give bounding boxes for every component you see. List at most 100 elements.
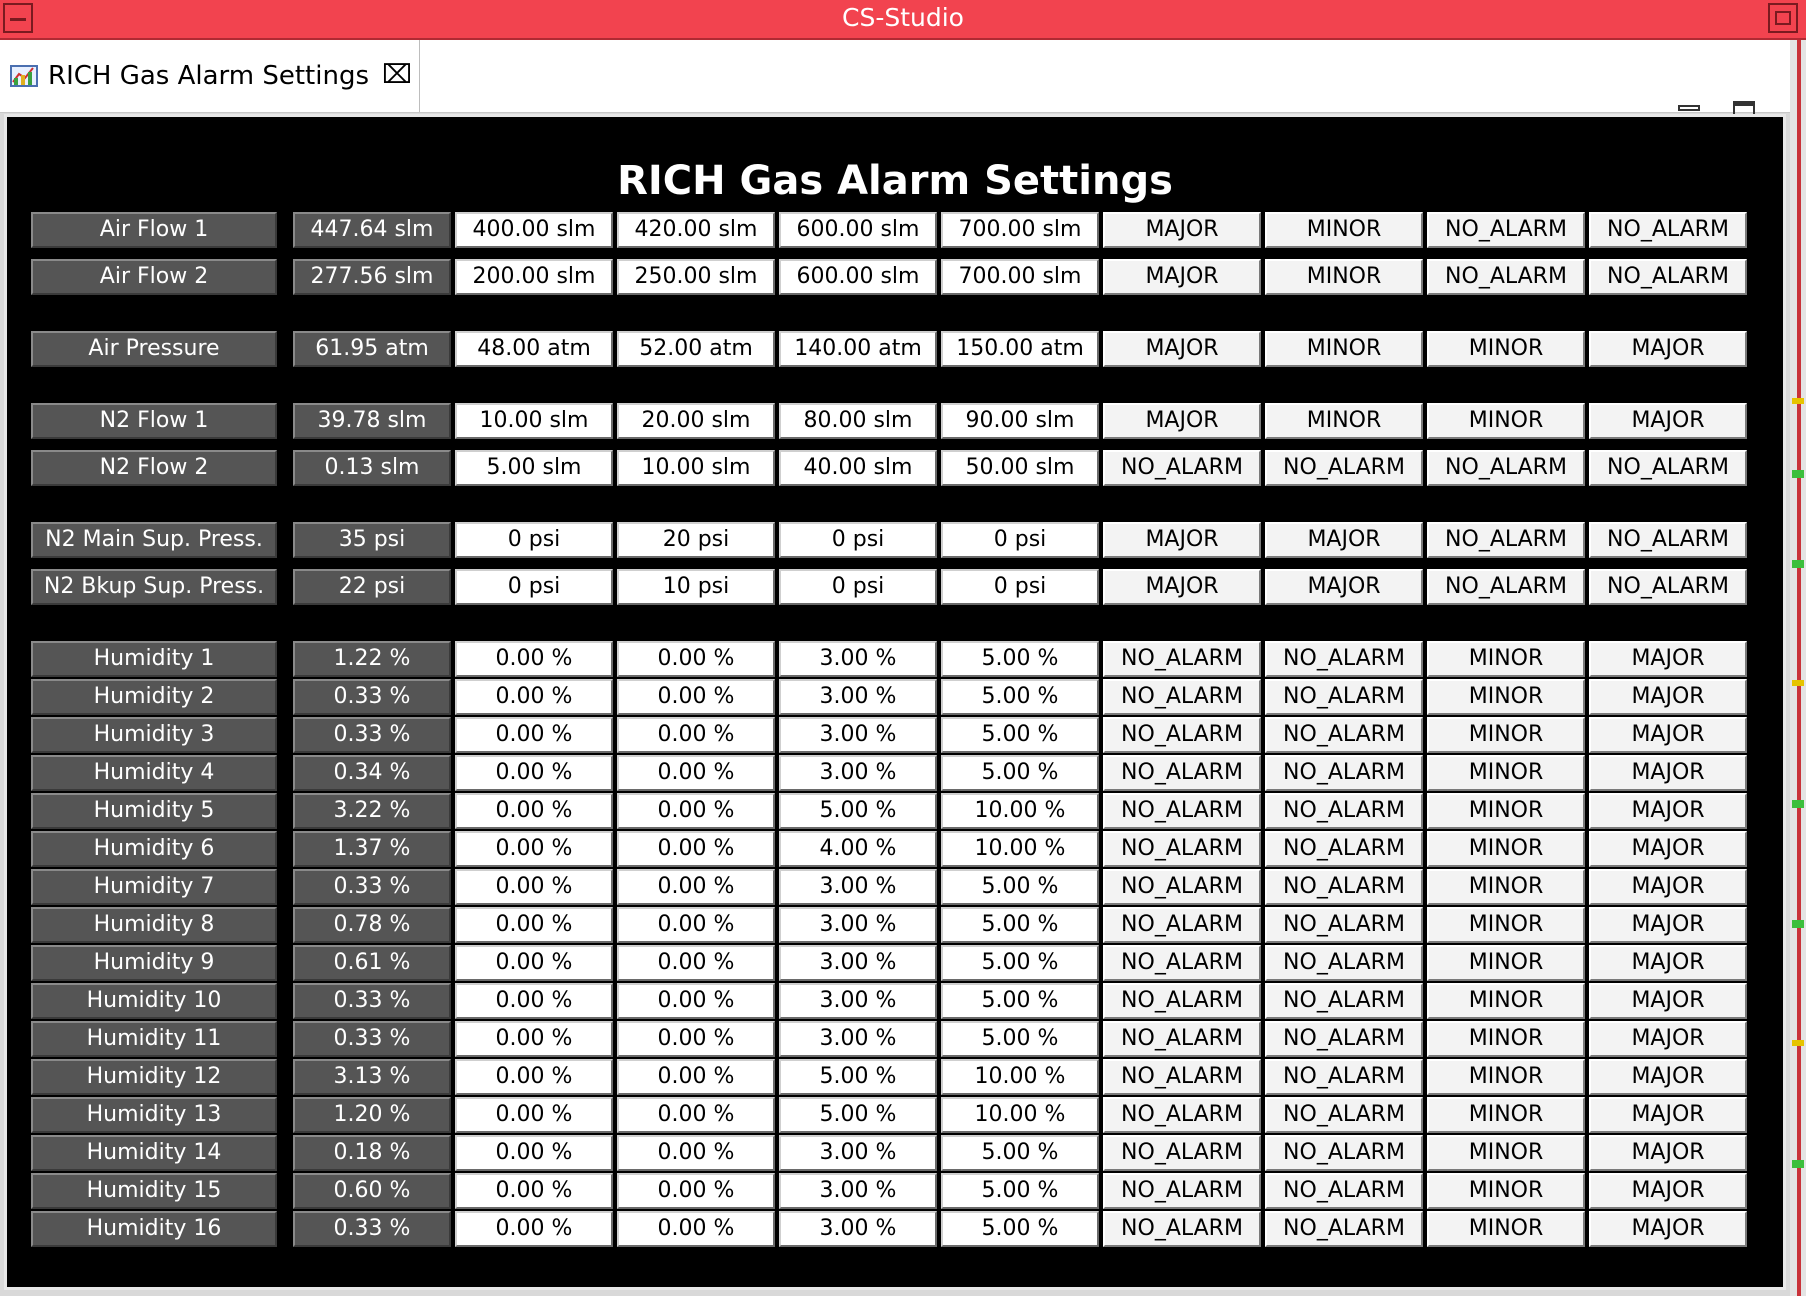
low-limit-field[interactable]: 0.00 %	[617, 907, 775, 943]
low-limit-field[interactable]: 0.00 %	[617, 1021, 775, 1057]
lolo-limit-field[interactable]: 0.00 %	[455, 679, 613, 715]
low-limit-field[interactable]: 0.00 %	[617, 831, 775, 867]
lolo-severity-selector[interactable]: NO_ALARM	[1103, 831, 1261, 867]
high-severity-selector[interactable]: MINOR	[1427, 331, 1585, 367]
minimize-view-button[interactable]	[1678, 105, 1700, 111]
hihi-severity-selector[interactable]: MAJOR	[1589, 331, 1747, 367]
low-limit-field[interactable]: 20 psi	[617, 522, 775, 558]
high-severity-selector[interactable]: MINOR	[1427, 717, 1585, 753]
lolo-limit-field[interactable]: 0.00 %	[455, 983, 613, 1019]
low-severity-selector[interactable]: NO_ALARM	[1265, 1135, 1423, 1171]
hihi-limit-field[interactable]: 10.00 %	[941, 831, 1099, 867]
low-severity-selector[interactable]: NO_ALARM	[1265, 1211, 1423, 1247]
high-severity-selector[interactable]: NO_ALARM	[1427, 450, 1585, 486]
high-limit-field[interactable]: 80.00 slm	[779, 403, 937, 439]
low-severity-selector[interactable]: MAJOR	[1265, 569, 1423, 605]
lolo-limit-field[interactable]: 0.00 %	[455, 1021, 613, 1057]
low-severity-selector[interactable]: NO_ALARM	[1265, 907, 1423, 943]
lolo-limit-field[interactable]: 0.00 %	[455, 755, 613, 791]
hihi-limit-field[interactable]: 5.00 %	[941, 717, 1099, 753]
lolo-severity-selector[interactable]: MAJOR	[1103, 212, 1261, 248]
hihi-limit-field[interactable]: 10.00 %	[941, 1059, 1099, 1095]
low-severity-selector[interactable]: NO_ALARM	[1265, 641, 1423, 677]
lolo-severity-selector[interactable]: NO_ALARM	[1103, 1059, 1261, 1095]
lolo-severity-selector[interactable]: NO_ALARM	[1103, 1021, 1261, 1057]
low-limit-field[interactable]: 0.00 %	[617, 717, 775, 753]
hihi-severity-selector[interactable]: MAJOR	[1589, 1173, 1747, 1209]
high-limit-field[interactable]: 3.00 %	[779, 945, 937, 981]
low-limit-field[interactable]: 0.00 %	[617, 1097, 775, 1133]
high-limit-field[interactable]: 3.00 %	[779, 1021, 937, 1057]
lolo-limit-field[interactable]: 0.00 %	[455, 1135, 613, 1171]
high-severity-selector[interactable]: NO_ALARM	[1427, 569, 1585, 605]
lolo-severity-selector[interactable]: MAJOR	[1103, 569, 1261, 605]
high-severity-selector[interactable]: MINOR	[1427, 869, 1585, 905]
hihi-severity-selector[interactable]: NO_ALARM	[1589, 569, 1747, 605]
high-severity-selector[interactable]: MINOR	[1427, 793, 1585, 829]
lolo-limit-field[interactable]: 0.00 %	[455, 1059, 613, 1095]
lolo-limit-field[interactable]: 5.00 slm	[455, 450, 613, 486]
low-limit-field[interactable]: 0.00 %	[617, 1059, 775, 1095]
window-titlebar[interactable]: CS-Studio	[0, 0, 1806, 40]
low-severity-selector[interactable]: NO_ALARM	[1265, 1097, 1423, 1133]
high-severity-selector[interactable]: MINOR	[1427, 641, 1585, 677]
high-severity-selector[interactable]: MINOR	[1427, 1059, 1585, 1095]
lolo-severity-selector[interactable]: NO_ALARM	[1103, 450, 1261, 486]
high-limit-field[interactable]: 3.00 %	[779, 641, 937, 677]
low-severity-selector[interactable]: NO_ALARM	[1265, 1059, 1423, 1095]
lolo-limit-field[interactable]: 0 psi	[455, 522, 613, 558]
hihi-severity-selector[interactable]: NO_ALARM	[1589, 259, 1747, 295]
hihi-limit-field[interactable]: 50.00 slm	[941, 450, 1099, 486]
hihi-limit-field[interactable]: 5.00 %	[941, 869, 1099, 905]
hihi-limit-field[interactable]: 5.00 %	[941, 755, 1099, 791]
low-severity-selector[interactable]: NO_ALARM	[1265, 831, 1423, 867]
high-severity-selector[interactable]: MINOR	[1427, 1135, 1585, 1171]
lolo-limit-field[interactable]: 0.00 %	[455, 1211, 613, 1247]
hihi-limit-field[interactable]: 700.00 slm	[941, 212, 1099, 248]
high-severity-selector[interactable]: MINOR	[1427, 679, 1585, 715]
lolo-limit-field[interactable]: 0.00 %	[455, 945, 613, 981]
hihi-severity-selector[interactable]: MAJOR	[1589, 679, 1747, 715]
lolo-severity-selector[interactable]: NO_ALARM	[1103, 907, 1261, 943]
lolo-severity-selector[interactable]: NO_ALARM	[1103, 793, 1261, 829]
lolo-severity-selector[interactable]: MAJOR	[1103, 259, 1261, 295]
hihi-severity-selector[interactable]: MAJOR	[1589, 1135, 1747, 1171]
low-severity-selector[interactable]: NO_ALARM	[1265, 717, 1423, 753]
high-limit-field[interactable]: 5.00 %	[779, 1097, 937, 1133]
low-limit-field[interactable]: 0.00 %	[617, 1173, 775, 1209]
hihi-limit-field[interactable]: 90.00 slm	[941, 403, 1099, 439]
high-severity-selector[interactable]: MINOR	[1427, 983, 1585, 1019]
high-limit-field[interactable]: 3.00 %	[779, 983, 937, 1019]
lolo-severity-selector[interactable]: NO_ALARM	[1103, 869, 1261, 905]
lolo-severity-selector[interactable]: NO_ALARM	[1103, 717, 1261, 753]
lolo-limit-field[interactable]: 200.00 slm	[455, 259, 613, 295]
low-limit-field[interactable]: 0.00 %	[617, 641, 775, 677]
hihi-limit-field[interactable]: 0 psi	[941, 522, 1099, 558]
hihi-severity-selector[interactable]: MAJOR	[1589, 1211, 1747, 1247]
high-limit-field[interactable]: 3.00 %	[779, 869, 937, 905]
low-limit-field[interactable]: 0.00 %	[617, 1135, 775, 1171]
tab-rich-gas-alarm-settings[interactable]: RICH Gas Alarm Settings ⌧	[0, 40, 420, 112]
high-severity-selector[interactable]: MINOR	[1427, 831, 1585, 867]
high-limit-field[interactable]: 5.00 %	[779, 1059, 937, 1095]
lolo-severity-selector[interactable]: MAJOR	[1103, 331, 1261, 367]
high-limit-field[interactable]: 40.00 slm	[779, 450, 937, 486]
hihi-severity-selector[interactable]: MAJOR	[1589, 403, 1747, 439]
low-severity-selector[interactable]: MAJOR	[1265, 522, 1423, 558]
hihi-limit-field[interactable]: 0 psi	[941, 569, 1099, 605]
hihi-limit-field[interactable]: 700.00 slm	[941, 259, 1099, 295]
high-limit-field[interactable]: 4.00 %	[779, 831, 937, 867]
hihi-severity-selector[interactable]: MAJOR	[1589, 907, 1747, 943]
hihi-limit-field[interactable]: 10.00 %	[941, 1097, 1099, 1133]
lolo-severity-selector[interactable]: NO_ALARM	[1103, 1097, 1261, 1133]
low-severity-selector[interactable]: MINOR	[1265, 331, 1423, 367]
low-severity-selector[interactable]: NO_ALARM	[1265, 1021, 1423, 1057]
lolo-severity-selector[interactable]: NO_ALARM	[1103, 641, 1261, 677]
lolo-limit-field[interactable]: 48.00 atm	[455, 331, 613, 367]
hihi-limit-field[interactable]: 5.00 %	[941, 1173, 1099, 1209]
high-severity-selector[interactable]: NO_ALARM	[1427, 259, 1585, 295]
low-severity-selector[interactable]: NO_ALARM	[1265, 793, 1423, 829]
lolo-limit-field[interactable]: 10.00 slm	[455, 403, 613, 439]
hihi-limit-field[interactable]: 150.00 atm	[941, 331, 1099, 367]
low-severity-selector[interactable]: MINOR	[1265, 403, 1423, 439]
